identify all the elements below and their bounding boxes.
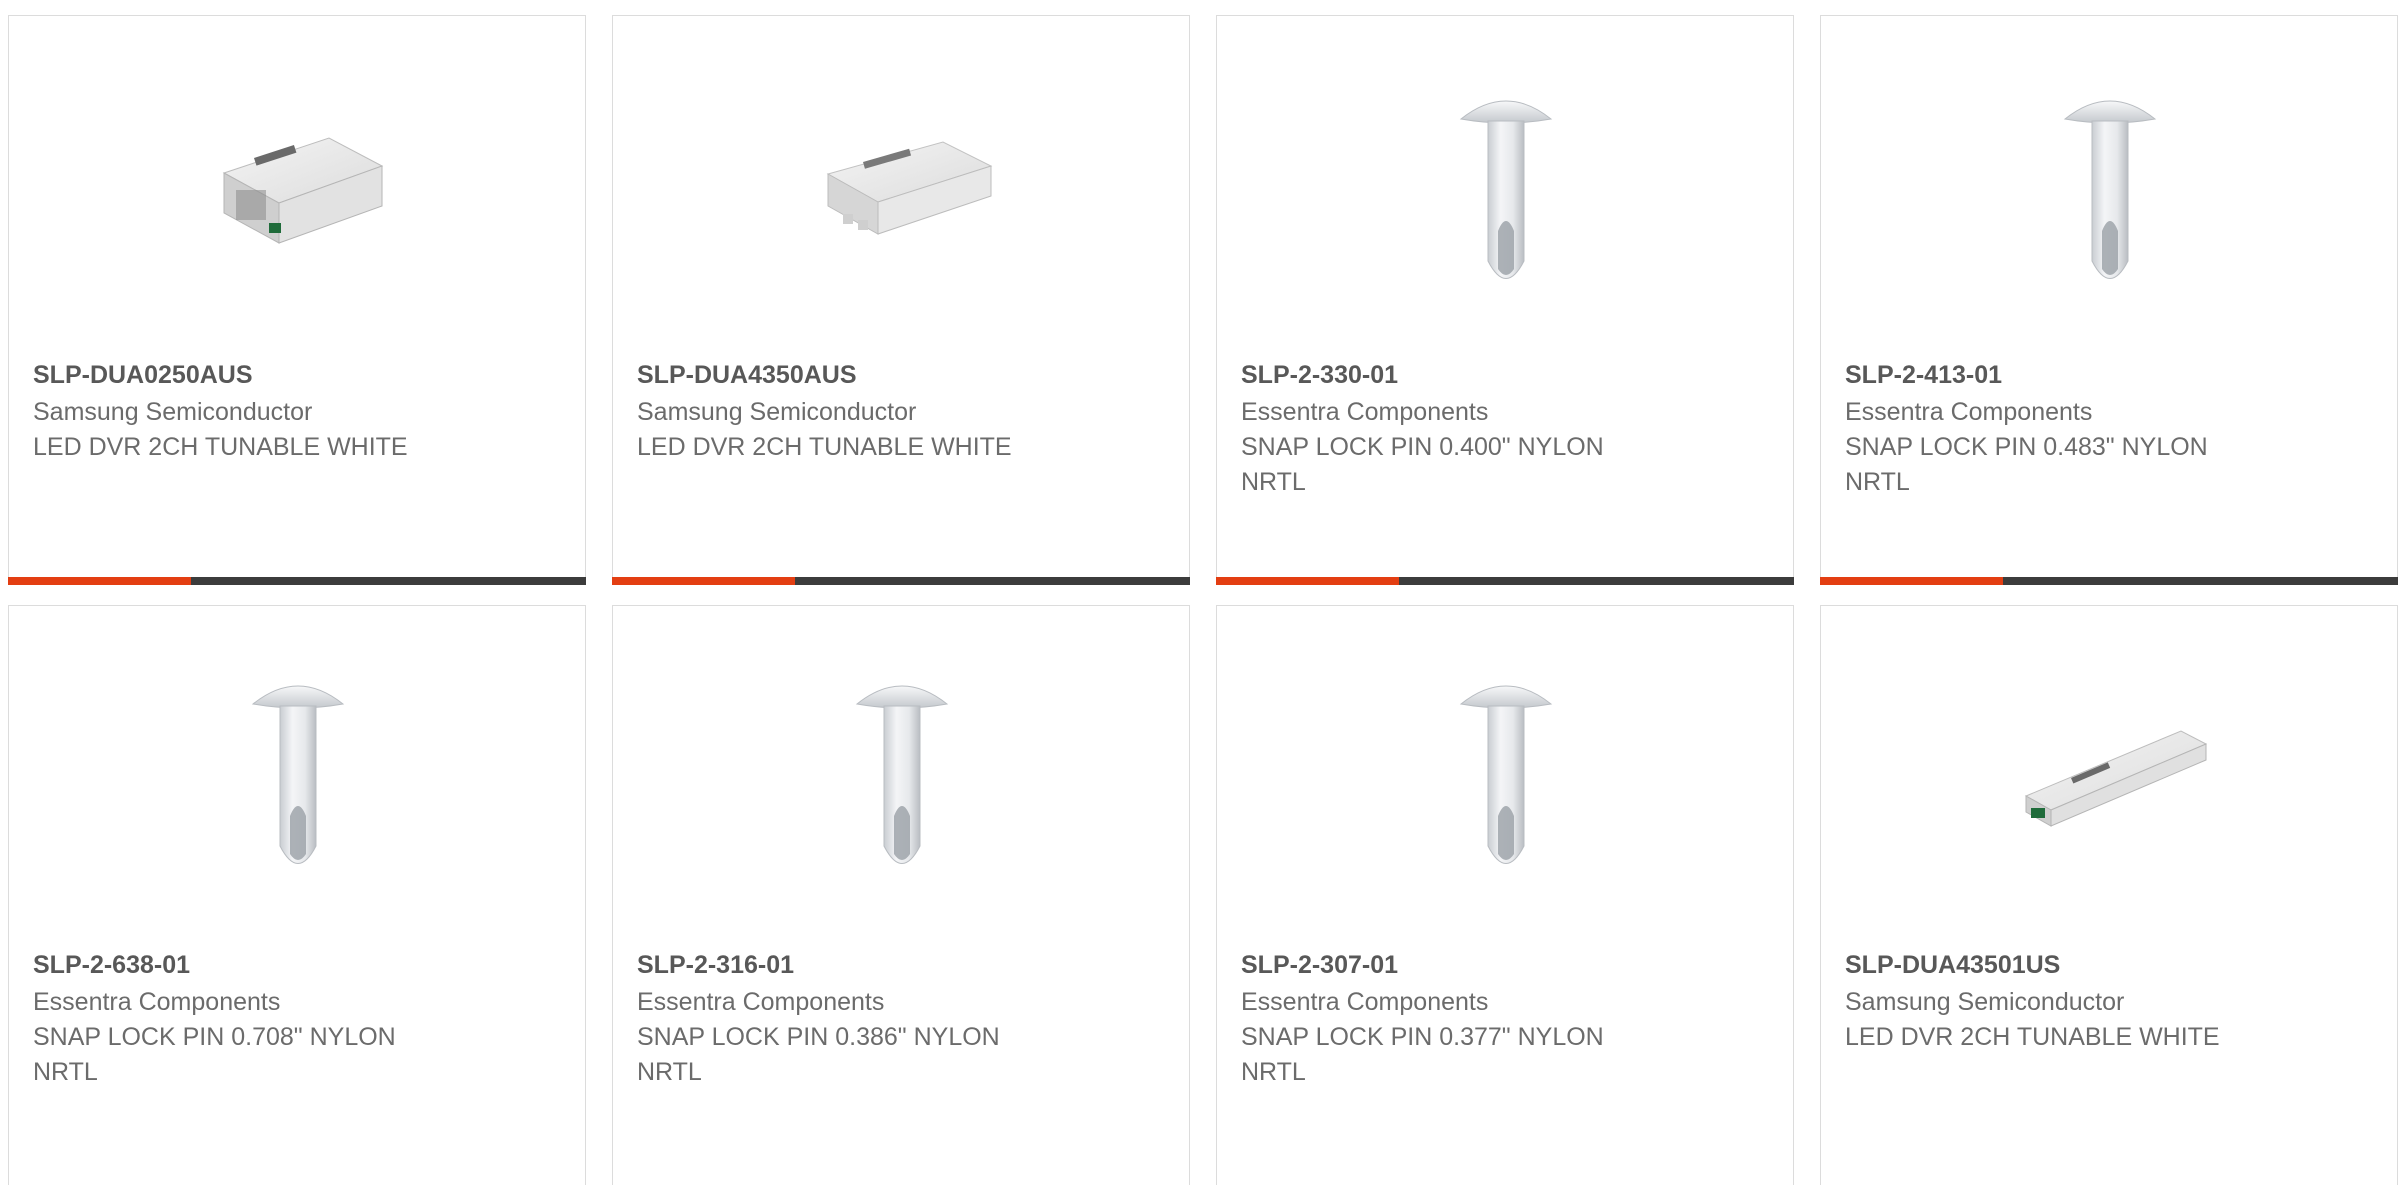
product-card[interactable]: SLP-2-413-01 Essentra Components SNAP LO… <box>1820 15 2398 585</box>
product-grid: SLP-DUA0250AUS Samsung Semiconductor LED… <box>0 0 2400 1185</box>
product-image[interactable] <box>1821 16 2397 356</box>
part-number[interactable]: SLP-2-316-01 <box>637 946 1165 984</box>
part-number[interactable]: SLP-2-307-01 <box>1241 946 1769 984</box>
part-number[interactable]: SLP-DUA43501US <box>1845 946 2373 984</box>
description: SNAP LOCK PIN 0.708" NYLON NRTL <box>33 1023 396 1086</box>
bar-accent <box>612 577 795 585</box>
part-number[interactable]: SLP-DUA4350AUS <box>637 356 1165 394</box>
product-image[interactable] <box>613 606 1189 946</box>
bar-accent <box>1820 577 2003 585</box>
manufacturer: Essentra Components <box>1845 398 2093 426</box>
manufacturer: Essentra Components <box>33 988 281 1016</box>
snap-lock-pin-image <box>855 685 949 864</box>
description: LED DVR 2CH TUNABLE WHITE <box>33 433 408 461</box>
manufacturer: Essentra Components <box>1241 398 1489 426</box>
product-card[interactable]: SLP-DUA4350AUS Samsung Semiconductor LED… <box>612 15 1190 585</box>
card-progress-bar <box>612 577 1190 585</box>
part-number[interactable]: SLP-2-330-01 <box>1241 356 1769 394</box>
manufacturer: Samsung Semiconductor <box>637 398 917 426</box>
bar-accent <box>8 577 191 585</box>
product-card[interactable]: SLP-2-330-01 Essentra Components SNAP LO… <box>1216 15 1794 585</box>
description: SNAP LOCK PIN 0.377" NYLON NRTL <box>1241 1023 1604 1086</box>
manufacturer: Samsung Semiconductor <box>1845 988 2125 1016</box>
description: LED DVR 2CH TUNABLE WHITE <box>1845 1023 2220 1051</box>
card-progress-bar <box>1820 577 2398 585</box>
part-number[interactable]: SLP-2-413-01 <box>1845 356 2373 394</box>
product-card[interactable]: SLP-DUA0250AUS Samsung Semiconductor LED… <box>8 15 586 585</box>
snap-lock-pin-image <box>2063 100 2157 279</box>
description: SNAP LOCK PIN 0.483" NYLON NRTL <box>1845 433 2208 496</box>
product-image[interactable] <box>613 16 1189 356</box>
snap-lock-pin-image <box>1459 100 1553 279</box>
product-card[interactable]: SLP-2-307-01 Essentra Components SNAP LO… <box>1216 605 1794 1185</box>
description: LED DVR 2CH TUNABLE WHITE <box>637 433 1012 461</box>
product-card[interactable]: SLP-2-316-01 Essentra Components SNAP LO… <box>612 605 1190 1185</box>
snap-lock-pin-image <box>251 685 345 864</box>
part-number[interactable]: SLP-2-638-01 <box>33 946 561 984</box>
led-driver-module-image <box>826 141 993 235</box>
description: SNAP LOCK PIN 0.386" NYLON NRTL <box>637 1023 1000 1086</box>
product-image[interactable] <box>9 16 585 356</box>
product-image[interactable] <box>9 606 585 946</box>
manufacturer: Samsung Semiconductor <box>33 398 313 426</box>
product-image[interactable] <box>1821 606 2397 946</box>
description: SNAP LOCK PIN 0.400" NYLON NRTL <box>1241 433 1604 496</box>
snap-lock-pin-image <box>1459 685 1553 864</box>
part-number[interactable]: SLP-DUA0250AUS <box>33 356 561 394</box>
product-image[interactable] <box>1217 606 1793 946</box>
product-card[interactable]: SLP-2-638-01 Essentra Components SNAP LO… <box>8 605 586 1185</box>
product-card[interactable]: SLP-DUA43501US Samsung Semiconductor LED… <box>1820 605 2398 1185</box>
linear-led-driver-image <box>2024 730 2208 827</box>
bar-accent <box>1216 577 1399 585</box>
card-progress-bar <box>8 577 586 585</box>
manufacturer: Essentra Components <box>1241 988 1489 1016</box>
product-image[interactable] <box>1217 16 1793 356</box>
led-driver-module-image <box>222 137 384 244</box>
manufacturer: Essentra Components <box>637 988 885 1016</box>
card-progress-bar <box>1216 577 1794 585</box>
